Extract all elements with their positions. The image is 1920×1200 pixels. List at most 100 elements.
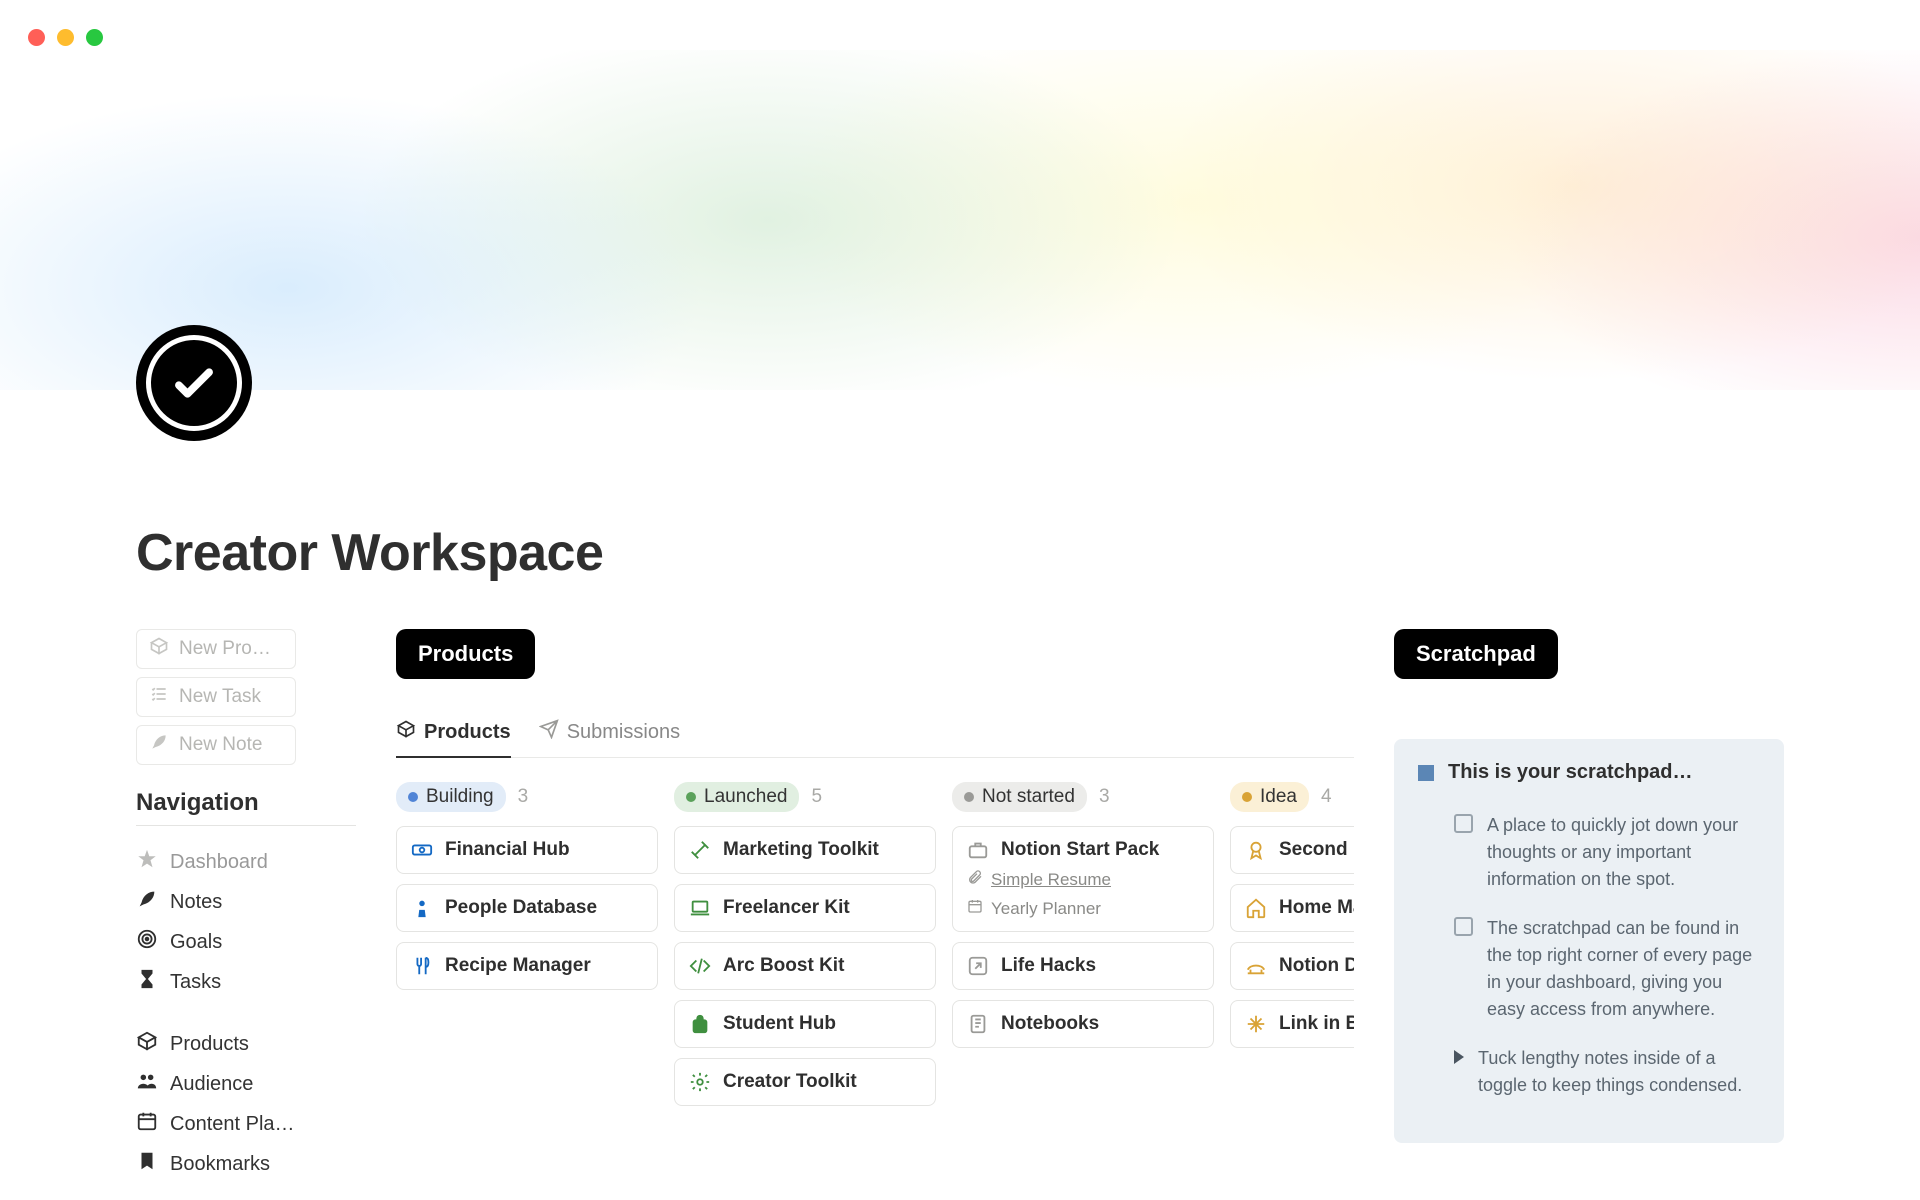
card-title: People Database	[445, 897, 597, 919]
column-header[interactable]: Idea 4	[1230, 782, 1354, 812]
column-header[interactable]: Not started 3	[952, 782, 1214, 812]
scratchpad-item[interactable]: A place to quickly jot down your thought…	[1418, 806, 1760, 909]
nav-dashboard[interactable]: Dashboard	[136, 842, 356, 882]
tab-submissions[interactable]: Submissions	[539, 719, 680, 757]
nav-item-label: Audience	[170, 1073, 253, 1096]
window-close[interactable]	[28, 29, 45, 46]
card-title: Home Mar	[1279, 897, 1354, 919]
card-title: Student Hub	[723, 1013, 836, 1035]
board-card[interactable]: Arc Boost Kit	[674, 942, 936, 990]
board-column-idea: Idea 4 Second Br Home Mar Notion Div Lin…	[1230, 782, 1354, 1116]
laptop-icon	[689, 897, 711, 919]
calendar-icon	[136, 1110, 158, 1138]
nav-bookmarks[interactable]: Bookmarks	[136, 1144, 356, 1184]
scratchpad-title-text: This is your scratchpad…	[1448, 761, 1693, 784]
board-card[interactable]: Notebooks	[952, 1000, 1214, 1048]
new-box-button[interactable]: New Pro…	[136, 629, 296, 669]
box-icon	[149, 636, 169, 662]
tools-icon	[689, 839, 711, 861]
page-icon[interactable]	[136, 325, 252, 441]
nav-item-label: Tasks	[170, 971, 221, 994]
board-card[interactable]: Second Br	[1230, 826, 1354, 874]
square-marker-icon	[1418, 765, 1434, 781]
products-pill: Products	[396, 629, 535, 679]
nav-notes[interactable]: Notes	[136, 882, 356, 922]
scratchpad-item-text: Tuck lengthy notes inside of a toggle to…	[1478, 1045, 1760, 1099]
board-card[interactable]: Home Mar	[1230, 884, 1354, 932]
board-card[interactable]: Marketing Toolkit	[674, 826, 936, 874]
card-sub-item[interactable]: Yearly Planner	[967, 898, 1101, 919]
pawn-icon	[411, 897, 433, 919]
card-title: Marketing Toolkit	[723, 839, 879, 861]
bookmark-icon	[136, 1150, 158, 1178]
board-card[interactable]: Life Hacks	[952, 942, 1214, 990]
column-count: 5	[811, 786, 822, 808]
nav-divider	[136, 825, 356, 826]
new-checklist-button[interactable]: New Task	[136, 677, 296, 717]
toggle-triangle-icon[interactable]	[1454, 1050, 1464, 1064]
status-label: Idea	[1260, 786, 1297, 808]
check-icon	[168, 357, 220, 409]
board-card[interactable]: People Database	[396, 884, 658, 932]
utensils-icon	[411, 955, 433, 977]
view-tabs: Products Submissions	[396, 719, 1354, 758]
calendar-icon	[967, 898, 983, 919]
board-card[interactable]: Financial Hub	[396, 826, 658, 874]
board-card[interactable]: Creator Toolkit	[674, 1058, 936, 1106]
window-minimize[interactable]	[57, 29, 74, 46]
tab-products[interactable]: Products	[396, 719, 511, 757]
tab-label: Submissions	[567, 721, 680, 744]
nav-item-label: Goals	[170, 931, 222, 954]
box-icon	[396, 719, 416, 745]
board-card[interactable]: Notion Start Pack Simple Resume Yearly P…	[952, 826, 1214, 932]
board-card[interactable]: Recipe Manager	[396, 942, 658, 990]
nav-audience[interactable]: Audience	[136, 1064, 356, 1104]
board-card[interactable]: Link in Bio	[1230, 1000, 1354, 1048]
scratchpad-box: This is your scratchpad… A place to quic…	[1394, 739, 1784, 1143]
box-icon	[136, 1030, 158, 1058]
feather-icon	[136, 888, 158, 916]
nav-products[interactable]: Products	[136, 1024, 356, 1064]
board-card[interactable]: Freelancer Kit	[674, 884, 936, 932]
checkbox-icon[interactable]	[1454, 917, 1473, 936]
column-count: 3	[518, 786, 529, 808]
scratchpad-section: Scratchpad This is your scratchpad… A pl…	[1394, 629, 1784, 1184]
card-sub-item[interactable]: Simple Resume	[967, 869, 1111, 890]
kanban-board: Building 3 Financial Hub People Database…	[396, 782, 1354, 1116]
checkbox-icon[interactable]	[1454, 814, 1473, 833]
house-icon	[1245, 897, 1267, 919]
board-card[interactable]: Notion Div	[1230, 942, 1354, 990]
board-column-not started: Not started 3 Notion Start Pack Simple R…	[952, 782, 1214, 1116]
send-icon	[539, 719, 559, 745]
navigation-heading: Navigation	[136, 789, 356, 817]
scratchpad-item[interactable]: Tuck lengthy notes inside of a toggle to…	[1418, 1039, 1760, 1115]
new-feather-button[interactable]: New Note	[136, 725, 296, 765]
card-title: Life Hacks	[1001, 955, 1096, 977]
sparkle-icon	[1245, 1013, 1267, 1035]
gear-icon	[689, 1071, 711, 1093]
scratchpad-heading[interactable]: This is your scratchpad…	[1418, 761, 1760, 784]
card-title: Arc Boost Kit	[723, 955, 844, 977]
status-label: Building	[426, 786, 494, 808]
arrow-up-right-icon	[967, 955, 989, 977]
nav-goals[interactable]: Goals	[136, 922, 356, 962]
window-maximize[interactable]	[86, 29, 103, 46]
board-column-building: Building 3 Financial Hub People Database…	[396, 782, 658, 1116]
card-title: Notion Start Pack	[1001, 839, 1159, 861]
new-button-label: New Task	[179, 686, 261, 708]
column-header[interactable]: Launched 5	[674, 782, 936, 812]
nav-content-pla-[interactable]: Content Pla…	[136, 1104, 356, 1144]
scratchpad-item[interactable]: The scratchpad can be found in the top r…	[1418, 909, 1760, 1039]
nav-tasks[interactable]: Tasks	[136, 962, 356, 1002]
card-sub-label: Yearly Planner	[991, 899, 1101, 919]
status-dot-icon	[964, 792, 974, 802]
card-title: Second Br	[1279, 839, 1354, 861]
nav-item-label: Notes	[170, 891, 222, 914]
board-card[interactable]: Student Hub	[674, 1000, 936, 1048]
column-header[interactable]: Building 3	[396, 782, 658, 812]
column-count: 3	[1099, 786, 1110, 808]
left-column: New Pro… New Task New Note Navigation Da…	[136, 629, 356, 1184]
status-label: Not started	[982, 786, 1075, 808]
nav-item-label: Bookmarks	[170, 1153, 270, 1176]
status-chip: Launched	[674, 782, 799, 812]
